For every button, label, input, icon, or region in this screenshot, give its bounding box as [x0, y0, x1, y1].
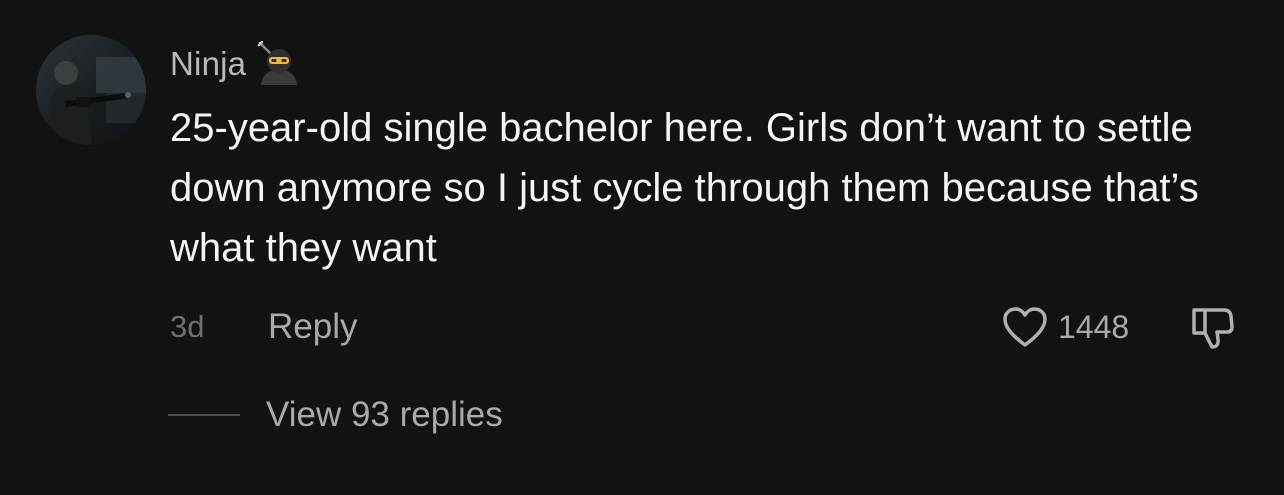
ninja-emoji-icon	[257, 41, 298, 85]
comment-meta: 3d Reply	[170, 304, 357, 350]
avatar-image	[36, 35, 146, 145]
avatar[interactable]	[36, 35, 146, 145]
like-count: 1448	[1058, 308, 1130, 345]
like-button[interactable]: 1448	[1000, 302, 1129, 352]
comment-timestamp: 3d	[170, 309, 205, 344]
view-replies-label: View 93 replies	[266, 395, 503, 434]
view-replies-button[interactable]: View 93 replies	[168, 392, 503, 438]
comment-item: Ninja 25-year-old single bachelor here. …	[0, 0, 1284, 495]
thumbs-down-icon[interactable]	[1186, 303, 1236, 351]
replies-divider-line	[168, 414, 240, 416]
comment-text: 25-year-old single bachelor here. Girls …	[170, 106, 1199, 270]
username[interactable]: Ninja	[170, 45, 246, 83]
reply-button[interactable]: Reply	[268, 307, 357, 347]
heart-outline-icon	[1003, 307, 1047, 347]
username-row: Ninja	[170, 40, 302, 88]
